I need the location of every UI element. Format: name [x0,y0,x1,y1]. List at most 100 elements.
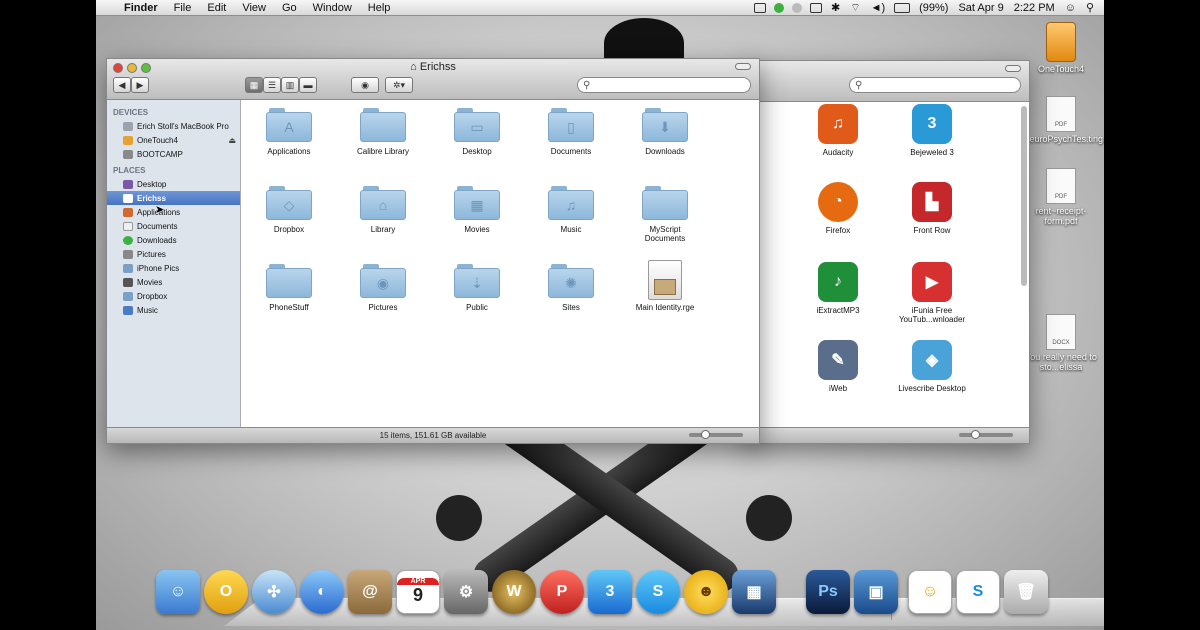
app-bejeweled[interactable]: 3 Bejeweled 3 [887,104,977,157]
sidebar-item-movies[interactable]: Movies [107,275,240,289]
battery-icon[interactable] [894,2,911,13]
photoshop-dock-icon[interactable]: Ps [806,570,850,614]
menu-file[interactable]: File [166,2,200,14]
coverflow-view-button[interactable]: ▬ [299,77,317,93]
app-livescribe[interactable]: ◈ Livescribe Desktop [887,340,977,393]
app-iweb[interactable]: ✎ iWeb [793,340,883,393]
folder-item[interactable]: ◉ Pictures [338,264,428,312]
imovie-dock-icon[interactable]: ▦ [732,570,776,614]
file-item[interactable]: Main Identity.rge [620,260,710,312]
applications-search-input[interactable] [866,79,1020,91]
opera-dock-icon[interactable]: O [204,570,248,614]
safari-dock-icon[interactable]: ✣ [252,570,296,614]
pinball-dock-icon[interactable]: P [540,570,584,614]
sidebar-item-documents[interactable]: Documents [107,219,240,233]
dropbox-icon[interactable] [792,2,802,13]
sidebar-section-devices[interactable]: DEVICES [107,103,240,119]
app-ifunia[interactable]: ▶ iFunia Free YouTub...wnloader [887,262,977,324]
sidebar-item-bootcamp[interactable]: BOOTCAMP [107,147,240,161]
applications-titlebar[interactable]: ⚲ [747,61,1029,102]
sidebar-item-iphone-pics[interactable]: iPhone Pics [107,261,240,275]
sidebar-item-onetouch4[interactable]: OneTouch4 ⏏ [107,133,240,147]
address-book-dock-icon[interactable]: @ [348,570,392,614]
volume-icon[interactable]: ◄) [866,2,891,14]
desktop-icon-pdf[interactable]: PDF NeuroPsychTes.tingRe...ali.pdf [1023,96,1104,144]
bejeweled-dock-icon[interactable]: 3 [588,570,632,614]
wifi-icon[interactable]: ⌔ [845,1,865,15]
sidebar-item-macbook[interactable]: Erich Stoll's MacBook Pro [107,119,240,133]
desktop-icon-docx[interactable]: DOCX You really need to sto...elissa [1023,314,1099,372]
toolbar-toggle-button[interactable] [1005,65,1021,72]
sidebar-item-desktop[interactable]: Desktop [107,177,240,191]
eject-icon[interactable]: ⏏ [228,136,236,145]
sidebar-item-erichss[interactable]: Erichss [107,191,240,205]
ical-dock-icon[interactable]: APR 9 [396,570,440,614]
adium-dock-icon[interactable]: ☻ [684,570,728,614]
folder-item[interactable]: ⬇ Downloads [620,108,710,156]
screen-capture-icon[interactable] [754,2,766,13]
sidebar-item-downloads[interactable]: Downloads [107,233,240,247]
action-menu-button[interactable]: ✲▾ [385,77,413,93]
finder-dock-icon[interactable]: ☺ [156,570,200,614]
folder-item[interactable]: ⇣ Public [432,264,522,312]
world-of-warcraft-dock-icon[interactable]: W [492,570,536,614]
folder-item[interactable]: A Applications [244,108,334,156]
slider-knob[interactable] [971,430,980,439]
back-button[interactable]: ◀ [113,77,131,93]
menu-edit[interactable]: Edit [199,2,234,14]
forward-button[interactable]: ▶ [131,77,149,93]
icon-view-button[interactable]: ▦ [245,77,263,93]
folder-item[interactable]: ▯ Documents [526,108,616,156]
folder-item[interactable]: ♫ Music [526,186,616,234]
menu-date[interactable]: Sat Apr 9 [953,2,1008,14]
app-iextractmp3[interactable]: ♪ iExtractMP3 [793,262,883,315]
icon-size-slider[interactable] [959,430,1013,439]
battery-percent[interactable]: (99%) [914,2,953,14]
app-audacity[interactable]: ♫ Audacity [793,104,883,157]
spaces-icon[interactable] [810,2,822,13]
app-firefox[interactable]: ◔ Firefox [793,182,883,235]
sidebar-section-places[interactable]: PLACES [107,161,240,177]
sidebar-item-dropbox[interactable]: Dropbox [107,289,240,303]
menu-go[interactable]: Go [274,2,305,14]
finder-search-field[interactable]: ⚲ [577,77,751,93]
user-icon[interactable]: ☺ [1060,2,1081,14]
list-view-button[interactable]: ☰ [263,77,281,93]
desktop-icon-onetouch4[interactable]: OneTouch4 [1023,22,1099,74]
column-view-button[interactable]: ▥ [281,77,299,93]
system-preferences-dock-icon[interactable]: ⚙ [444,570,488,614]
finder-search-input[interactable] [594,79,750,91]
skype-dock-icon[interactable]: S [636,570,680,614]
desktop-icon-pdf[interactable]: PDF rent~receipt-form.pdf [1023,168,1099,226]
folder-item[interactable]: ◇ Dropbox [244,186,334,234]
preview-dock-icon[interactable]: ☺ [908,570,952,614]
menu-window[interactable]: Window [305,2,360,14]
sidebar-item-applications[interactable]: Applications [107,205,240,219]
ichat-dock-icon[interactable]: ◐ [300,570,344,614]
sidebar-item-pictures[interactable]: Pictures [107,247,240,261]
menu-view[interactable]: View [234,2,274,14]
toolbar-toggle-button[interactable] [735,63,751,70]
menu-help[interactable]: Help [360,2,399,14]
spotlight-icon[interactable]: ⚲ [1081,1,1104,14]
folder-item[interactable]: MyScript Documents [620,186,710,243]
sidebar-item-music[interactable]: Music [107,303,240,317]
app-front-row[interactable]: ▙ Front Row [887,182,977,235]
menu-app-name[interactable]: Finder [116,2,166,14]
finder-titlebar[interactable]: ⌂ Erichss ◀ ▶ ▦ ☰ ▥ ▬ ◉ ✲▾ ⚲ [107,59,759,100]
slider-knob[interactable] [701,430,710,439]
skype-document-dock-icon[interactable]: S [956,570,1000,614]
folder-item[interactable]: PhoneStuff [244,264,334,312]
applications-search-field[interactable]: ⚲ [849,77,1021,93]
screen-capture-dock-icon[interactable]: ▣ [854,570,898,614]
folder-item[interactable]: ⌂ Library [338,186,428,234]
icon-size-slider[interactable] [689,430,743,439]
trash-dock-icon[interactable]: 🗑 [1004,570,1048,614]
folder-item[interactable]: ▦ Movies [432,186,522,234]
folder-item[interactable]: Calibre Library [338,108,428,156]
quick-look-button[interactable]: ◉ [351,77,379,93]
bluetooth-icon[interactable]: ✱ [826,1,845,14]
folder-item[interactable]: ✺ Sites [526,264,616,312]
folder-item[interactable]: ▭ Desktop [432,108,522,156]
evernote-icon[interactable] [774,2,784,13]
